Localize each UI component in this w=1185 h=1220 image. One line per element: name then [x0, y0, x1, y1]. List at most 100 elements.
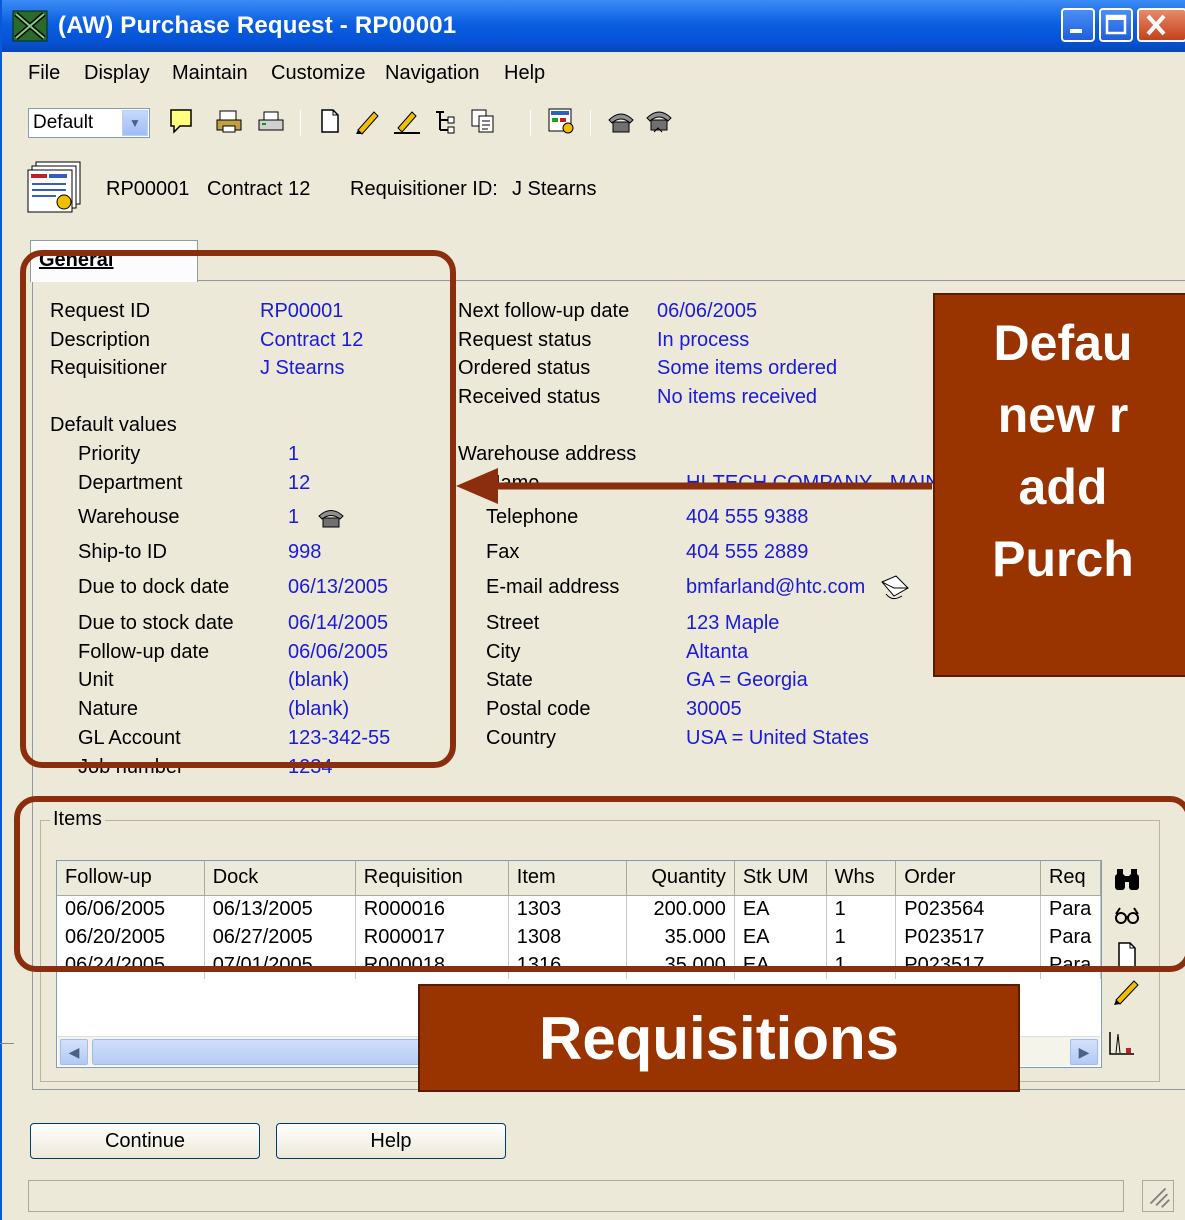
unit-label: Unit: [78, 669, 114, 691]
note-icon[interactable]: [166, 106, 196, 136]
gl-account-label: GL Account: [78, 727, 181, 749]
warehouse-lookup-icon[interactable]: [316, 504, 346, 532]
view-glasses-icon[interactable]: [1112, 900, 1142, 930]
table-cell: 06/27/2005: [204, 923, 356, 951]
toolbar: Default ▼: [2, 98, 1185, 148]
toolbar-separator: [590, 110, 591, 136]
items-table: Follow-up Dock Requisition Item Quantity…: [57, 861, 1101, 979]
menu-navigation[interactable]: Navigation: [385, 62, 480, 85]
continue-button[interactable]: Continue: [30, 1123, 260, 1159]
menu-bar: File Display Maintain Customize Navigati…: [2, 54, 1185, 94]
table-cell: 1316: [508, 951, 628, 979]
table-row[interactable]: 06/06/2005 06/13/2005 R000016 1303 200.0…: [57, 895, 1101, 923]
menu-customize[interactable]: Customize: [271, 62, 365, 85]
ship-to-id-value: 998: [288, 541, 322, 563]
chart-icon[interactable]: [1106, 1028, 1136, 1058]
table-cell: 35.000: [626, 951, 735, 979]
requisitioner-value: J Stearns: [260, 357, 345, 379]
table-cell: P023517: [895, 923, 1041, 951]
warehouse-value: 1: [288, 506, 300, 528]
table-cell: Para: [1040, 895, 1101, 923]
annotation-arrow: [456, 468, 932, 504]
disconnect-icon[interactable]: [644, 106, 674, 136]
resize-grip-icon[interactable]: [1142, 1180, 1174, 1212]
send-email-icon[interactable]: [878, 572, 912, 604]
scroll-left-icon[interactable]: ◀: [60, 1039, 88, 1065]
table-cell: 1: [826, 895, 897, 923]
continue-button-label: Continue: [104, 1129, 186, 1152]
column-header[interactable]: Requisition: [355, 861, 509, 896]
ship-to-id-label: Ship-to ID: [78, 541, 167, 563]
minimize-button[interactable]: [1061, 8, 1095, 42]
default-values-callout: Defau new r add Purch: [933, 293, 1185, 677]
table-row[interactable]: 06/20/2005 06/27/2005 R000017 1308 35.00…: [57, 923, 1101, 951]
wh-country-value: USA = United States: [686, 727, 869, 749]
menu-help[interactable]: Help: [504, 62, 545, 85]
unit-value: (blank): [288, 669, 350, 691]
help-button-label: Help: [370, 1129, 412, 1152]
edit-item-icon[interactable]: [1112, 976, 1142, 1006]
menu-maintain[interactable]: Maintain: [172, 62, 248, 85]
wh-street-value: 123 Maple: [686, 612, 780, 634]
priority-value: 1: [288, 443, 300, 465]
header-request-id: RP00001: [106, 178, 190, 200]
column-header[interactable]: Req: [1040, 861, 1101, 896]
column-header[interactable]: Item: [508, 861, 628, 896]
warehouse-label: Warehouse: [78, 506, 180, 528]
print-preview-icon[interactable]: [214, 106, 244, 136]
column-header[interactable]: Dock: [204, 861, 356, 896]
table-row[interactable]: 06/24/2005 07/01/2005 R000018 1316 35.00…: [57, 951, 1101, 979]
table-cell: 06/06/2005: [57, 895, 205, 923]
table-cell: EA: [734, 923, 827, 951]
new-icon[interactable]: [314, 106, 344, 136]
follow-up-date-label: Follow-up date: [78, 641, 210, 663]
help-button[interactable]: Help: [276, 1123, 506, 1159]
callout-line: new r: [997, 387, 1129, 443]
hierarchy-icon[interactable]: [430, 106, 460, 136]
menu-display[interactable]: Display: [84, 62, 150, 85]
ordered-status-label: Ordered status: [458, 357, 591, 379]
chevron-down-icon[interactable]: ▼: [122, 110, 148, 136]
description-label: Description: [50, 329, 151, 351]
wh-state-label: State: [486, 669, 533, 691]
callout-line: Defau: [993, 315, 1133, 371]
copy-icon[interactable]: [468, 106, 498, 136]
callout-line: add: [1018, 459, 1108, 515]
received-status-value: No items received: [657, 386, 818, 408]
follow-up-date-value: 06/06/2005: [288, 641, 389, 663]
nature-value: (blank): [288, 698, 350, 720]
column-header[interactable]: Whs: [826, 861, 897, 896]
wh-fax-label: Fax: [486, 541, 520, 563]
column-header[interactable]: Follow-up: [57, 861, 205, 896]
edit-list-icon[interactable]: [392, 106, 422, 136]
details-icon[interactable]: [546, 106, 576, 136]
next-follow-up-value: 06/06/2005: [657, 300, 758, 322]
requisitions-callout-text: Requisitions: [538, 1004, 900, 1072]
scrollbar-thumb[interactable]: [92, 1039, 472, 1065]
header-requisitioner: J Stearns: [512, 178, 597, 200]
scroll-right-icon[interactable]: ▶: [1070, 1039, 1098, 1065]
print-icon[interactable]: [256, 106, 286, 136]
column-header[interactable]: Quantity: [626, 861, 735, 896]
view-combo[interactable]: Default ▼: [28, 108, 150, 138]
edit-icon[interactable]: [352, 106, 382, 136]
gl-account-value: 123-342-55: [288, 727, 391, 749]
menu-file[interactable]: File: [28, 62, 60, 85]
table-cell: 1: [826, 951, 897, 979]
table-cell: EA: [734, 895, 827, 923]
find-binoculars-icon[interactable]: [1112, 866, 1142, 896]
table-header-row: Follow-up Dock Requisition Item Quantity…: [57, 861, 1101, 896]
maximize-button[interactable]: [1099, 8, 1133, 42]
column-header[interactable]: Order: [895, 861, 1041, 896]
maximize-icon: [1105, 14, 1127, 35]
app-icon: [12, 10, 48, 42]
table-cell: 1303: [508, 895, 628, 923]
tab-general[interactable]: General: [30, 240, 198, 282]
close-button[interactable]: [1137, 8, 1185, 42]
connect-icon[interactable]: [606, 106, 636, 136]
tab-general-label: General: [39, 249, 114, 271]
wh-postal-code-value: 30005: [686, 698, 742, 720]
new-item-icon[interactable]: [1112, 940, 1142, 970]
received-status-label: Received status: [458, 386, 601, 408]
column-header[interactable]: Stk UM: [734, 861, 827, 896]
